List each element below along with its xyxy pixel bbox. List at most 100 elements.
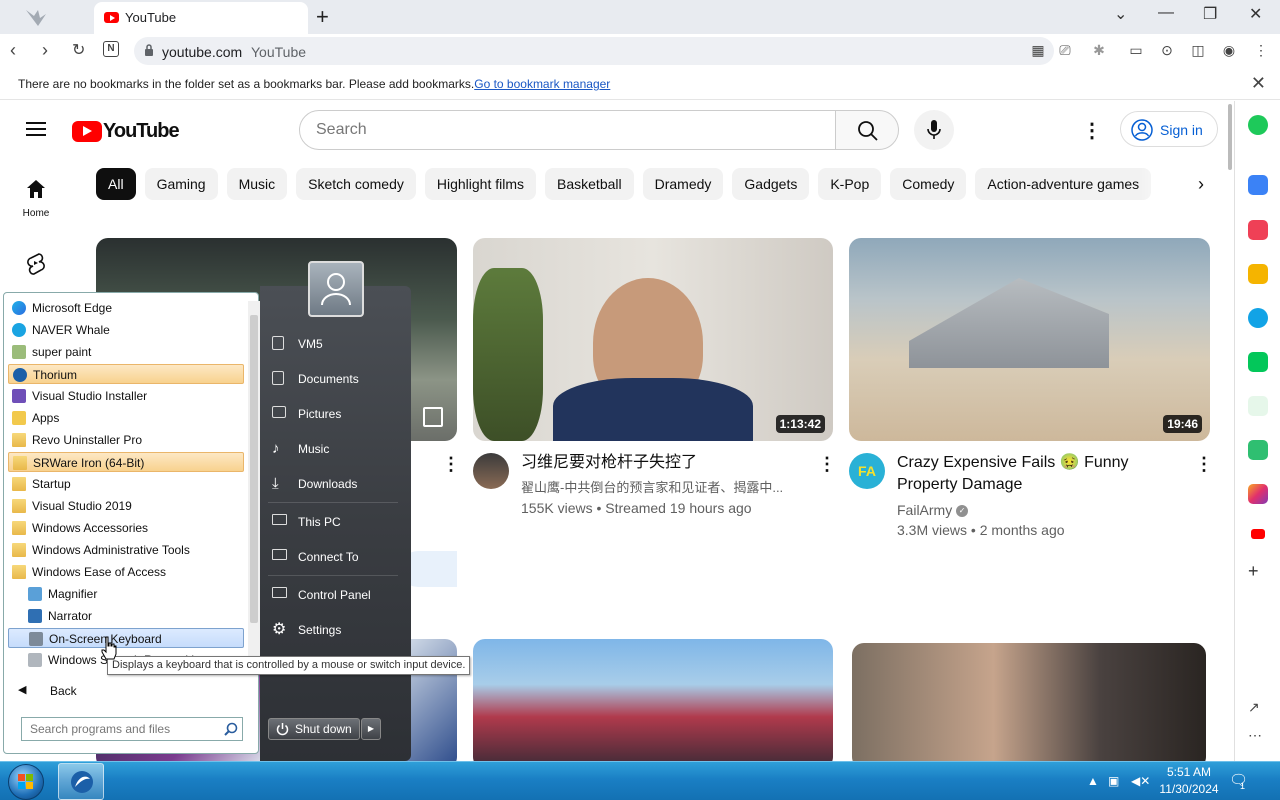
profile-icon[interactable]: ◉ (1220, 42, 1238, 58)
naver-sidebar-icon[interactable] (1248, 352, 1268, 372)
qr-code-icon[interactable]: ▦ (1029, 42, 1047, 58)
screenshot-icon[interactable]: ⊙ (1158, 42, 1176, 58)
action-center-icon[interactable]: 🗨 (1229, 771, 1248, 789)
extensions-icon[interactable]: ✱ (1090, 42, 1108, 58)
close-window-button[interactable]: ✕ (1249, 4, 1262, 24)
video-thumbnail-2[interactable]: 1:13:42 (473, 238, 833, 441)
shut-down-button[interactable]: Shut down (268, 718, 360, 740)
start-link-control-panel[interactable]: Control Panel (270, 583, 400, 607)
page-scrollbar[interactable] (1226, 101, 1234, 761)
calendar-icon[interactable] (1248, 175, 1268, 195)
user-account-picture[interactable] (308, 261, 364, 317)
hamburger-menu-icon[interactable] (26, 122, 46, 136)
search-input[interactable] (316, 121, 796, 139)
sidebar-item-shorts[interactable] (24, 251, 48, 278)
chip-sketch-comedy[interactable]: Sketch comedy (296, 168, 416, 200)
instagram-icon[interactable] (1248, 484, 1268, 504)
chip-basketball[interactable]: Basketball (545, 168, 634, 200)
taskbar-thorium-app[interactable] (58, 763, 104, 800)
start-link-documents[interactable]: Documents (270, 367, 400, 391)
start-link-music[interactable]: ♪ Music (270, 437, 400, 461)
menu-icon[interactable]: ⋮ (1252, 42, 1270, 58)
start-link-settings[interactable]: ⚙ Settings (270, 618, 400, 642)
chip-action-adventure[interactable]: Action-adventure games (975, 168, 1152, 200)
restore-button[interactable]: ❐ (1203, 4, 1217, 24)
minimize-button[interactable]: — (1158, 4, 1174, 22)
video-thumbnail-3[interactable]: 19:46 (849, 238, 1210, 441)
program-item[interactable]: super paint (8, 342, 244, 362)
chevron-right-icon[interactable]: › (1198, 174, 1204, 195)
program-item[interactable]: Visual Studio 2019 (8, 496, 244, 516)
chip-kpop[interactable]: K-Pop (818, 168, 882, 200)
voice-search-button[interactable] (914, 110, 954, 150)
stocks-icon[interactable] (1248, 396, 1268, 416)
open-external-icon[interactable]: ↗ (1248, 699, 1268, 719)
network-icon[interactable]: ▣ (1108, 774, 1119, 788)
program-item[interactable]: Narrator (8, 606, 244, 626)
cast-icon[interactable]: ▭ (1127, 42, 1145, 58)
page-scrollbar-thumb[interactable] (1228, 104, 1232, 170)
forward-icon[interactable]: › (42, 40, 48, 61)
program-item[interactable]: Thorium (8, 364, 244, 384)
chip-all[interactable]: All (96, 168, 136, 200)
back-icon[interactable]: ‹ (10, 40, 16, 61)
video-1-menu-icon[interactable]: ⋮ (442, 454, 460, 475)
green-app-icon[interactable] (1248, 115, 1268, 135)
chip-comedy[interactable]: Comedy (890, 168, 967, 200)
channel-avatar-failarmy[interactable]: FA (849, 453, 885, 489)
add-sidebar-icon[interactable]: + (1248, 561, 1268, 581)
sidebar-toggle-icon[interactable]: ◫ (1189, 42, 1207, 58)
youtube-logo[interactable]: YouTube (72, 120, 180, 143)
omnibox[interactable]: youtube.com YouTube (134, 37, 1054, 65)
translate-icon[interactable] (1248, 440, 1268, 460)
video-3-channel[interactable]: FailArmy (897, 502, 952, 518)
video-2-menu-icon[interactable]: ⋮ (818, 454, 836, 475)
reload-icon[interactable]: ↻ (72, 40, 85, 60)
program-item[interactable]: On-Screen Keyboard (8, 628, 244, 648)
video-thumbnail-6[interactable] (852, 643, 1206, 761)
settings-more-icon[interactable]: ⋮ (1082, 118, 1102, 143)
programs-scrollbar-thumb[interactable] (250, 315, 258, 623)
clock[interactable]: 5:51 AM 11/30/2024 (1150, 764, 1228, 798)
start-link-vm5[interactable]: VM5 (270, 332, 400, 356)
tab-youtube[interactable]: YouTube (94, 2, 308, 34)
shut-down-options-button[interactable]: ▶ (361, 718, 381, 740)
bookmark-manager-link[interactable]: Go to bookmark manager (474, 77, 610, 91)
start-link-pictures[interactable]: Pictures (270, 402, 400, 426)
start-link-downloads[interactable]: ⤓ Downloads (270, 472, 400, 496)
program-item[interactable]: NAVER Whale (8, 320, 244, 340)
naver-icon[interactable]: N (103, 41, 119, 57)
program-item[interactable]: Windows Ease of Access (8, 562, 244, 582)
program-item[interactable]: SRWare Iron (64-Bit) (8, 452, 244, 472)
favorites-star-icon[interactable] (1248, 264, 1268, 284)
program-item[interactable]: Windows Accessories (8, 518, 244, 538)
video-3-menu-icon[interactable]: ⋮ (1195, 454, 1213, 475)
edge-sidebar-icon[interactable] (1248, 308, 1268, 328)
volume-muted-icon[interactable]: ◀✕ (1131, 774, 1150, 788)
video-2-title[interactable]: 习维尼要对枪杆子失控了 (521, 452, 801, 474)
youtube-sidebar-icon[interactable] (1251, 529, 1265, 539)
pocket-icon[interactable] (1248, 220, 1268, 240)
show-hidden-icons[interactable]: ▲ (1087, 774, 1099, 788)
program-item[interactable]: Magnifier (8, 584, 244, 604)
video-2-channel[interactable]: 翟山鹰-中共倒台的预言家和见证者、揭露中... (521, 477, 806, 499)
sidebar-more-icon[interactable]: ⋯ (1248, 727, 1268, 747)
chip-highlight-films[interactable]: Highlight films (424, 168, 537, 200)
chip-gaming[interactable]: Gaming (144, 168, 218, 200)
chip-music[interactable]: Music (226, 168, 288, 200)
chip-gadgets[interactable]: Gadgets (732, 168, 810, 200)
video-3-title[interactable]: Crazy Expensive Fails 🤢 Funny Property D… (897, 452, 1187, 496)
close-bookmarks-bar-icon[interactable]: ✕ (1251, 73, 1266, 94)
sidebar-item-home[interactable]: Home (16, 177, 56, 219)
new-tab-button[interactable]: + (316, 4, 329, 30)
programs-scrollbar[interactable] (248, 301, 260, 665)
start-search-input[interactable] (30, 722, 216, 736)
program-item[interactable]: Visual Studio Installer (8, 386, 244, 406)
install-app-icon[interactable]: ⎚ (1056, 42, 1074, 58)
chip-dramedy[interactable]: Dramedy (642, 168, 724, 200)
sign-in-button[interactable]: Sign in (1120, 111, 1218, 147)
program-item[interactable]: Microsoft Edge (8, 298, 244, 318)
program-item[interactable]: Revo Uninstaller Pro (8, 430, 244, 450)
program-item[interactable]: Windows Administrative Tools (8, 540, 244, 560)
video-thumbnail-5[interactable] (473, 639, 833, 761)
